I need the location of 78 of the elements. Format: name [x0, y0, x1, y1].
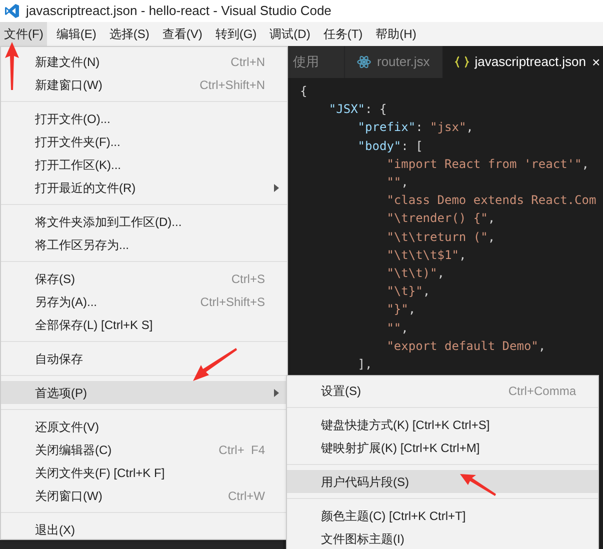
- shortcut-label: Ctrl+Shift+N: [200, 76, 265, 94]
- annotation-arrow: [193, 348, 237, 381]
- code-punctuation: {: [300, 84, 308, 98]
- shortcut-label: Ctrl+W: [228, 488, 265, 504]
- menu-item[interactable]: 将文件夹添加到工作区(D)...: [1, 210, 287, 233]
- shortcut-label: Ctrl+ F4: [218, 442, 265, 458]
- string-literal: "}": [386, 302, 408, 316]
- code-punctuation: ],: [358, 357, 372, 372]
- json-key: "body": [358, 138, 402, 153]
- code-punctuation: :: [416, 120, 424, 134]
- code-punctuation: ,: [538, 338, 546, 353]
- string-literal: "": [386, 320, 402, 335]
- string-literal: "export default Demo": [386, 338, 538, 353]
- window-title: javascriptreact.json - hello-react - Visual Studio Code: [26, 2, 332, 20]
- menu-item[interactable]: 键盘快捷方式(K) [Ctrl+K Ctrl+S]: [287, 413, 598, 436]
- string-literal: "\trender() {": [386, 211, 488, 226]
- code-punctuation: ,: [437, 266, 444, 280]
- braces-icon: [454, 56, 469, 68]
- menu-bar-item[interactable]: 查看(V): [158, 22, 206, 46]
- string-literal: "\t\treturn (": [386, 230, 488, 244]
- shortcut-label: Ctrl+Shift+S: [200, 294, 265, 310]
- menu-bar-item[interactable]: 选择(S): [105, 22, 154, 46]
- code-punctuation: : {: [365, 102, 387, 116]
- code-punctuation: ,: [408, 302, 416, 316]
- app-logo-icon: [4, 3, 20, 19]
- atom-icon: [357, 55, 371, 69]
- string-literal: "jsx": [430, 120, 466, 134]
- shortcut-label: Ctrl+N: [230, 54, 265, 70]
- menu-item[interactable]: 颜色主题(C) [Ctrl+K Ctrl+T]: [287, 504, 598, 527]
- menu-item[interactable]: 另存为(A)... Ctrl+Shift+S: [1, 290, 287, 313]
- code-punctuation: ,: [401, 175, 408, 190]
- menu-bar-item[interactable]: 帮助(H): [372, 22, 420, 46]
- code-punctuation: ,: [401, 320, 408, 335]
- menu-bar-item[interactable]: 编辑(E): [52, 22, 100, 46]
- menu-item[interactable]: 关闭窗口(W) Ctrl+W: [1, 484, 287, 507]
- string-literal: "": [386, 175, 402, 190]
- menu-item[interactable]: 打开工作区(K)...: [1, 153, 287, 176]
- editor-tab[interactable]: javascriptreact.json ×: [442, 46, 603, 78]
- annotation-arrow: [5, 42, 19, 90]
- code-punctuation: ,: [466, 120, 474, 134]
- menu-item[interactable]: 键映射扩展(K) [Ctrl+K Ctrl+M]: [287, 436, 598, 459]
- json-key: "prefix": [358, 120, 416, 134]
- string-literal: "\t}": [386, 284, 423, 298]
- shortcut-label: Ctrl+S: [231, 270, 265, 288]
- code-punctuation: ,: [582, 156, 589, 171]
- editor-tab[interactable]: router.jsx: [345, 46, 443, 78]
- string-literal: "class Demo extends React.Com: [386, 193, 596, 208]
- code-punctuation: : [: [401, 138, 423, 153]
- string-literal: "\t\t)": [386, 266, 438, 280]
- code-punctuation: ,: [458, 248, 466, 262]
- string-literal: "\t\t\t$1": [386, 248, 459, 262]
- menu-bar-item[interactable]: 转到(G): [211, 22, 261, 46]
- code-punctuation: ,: [488, 211, 496, 226]
- menu-item[interactable]: 保存(S) Ctrl+S: [1, 267, 287, 290]
- menu-item[interactable]: 首选项(P): [1, 381, 287, 404]
- menu-item[interactable]: 自动保存: [1, 347, 287, 370]
- shortcut-label: Ctrl+Comma: [508, 382, 576, 400]
- menu-item[interactable]: 退出(X): [1, 518, 287, 541]
- menu-bar-item[interactable]: 任务(T): [319, 22, 367, 46]
- menu-item[interactable]: 还原文件(V): [1, 415, 287, 438]
- menu-item[interactable]: 关闭文件夹(F) [Ctrl+K F]: [1, 461, 287, 484]
- menu-item[interactable]: 全部保存(L) [Ctrl+K S]: [1, 313, 287, 336]
- menu-bar-item[interactable]: 调试(D): [266, 22, 314, 46]
- code-punctuation: ,: [422, 284, 430, 298]
- menu-item[interactable]: 打开文件夹(F)...: [1, 130, 287, 153]
- annotation-arrow: [460, 474, 496, 496]
- menu-item[interactable]: 打开最近的文件(R): [1, 176, 287, 199]
- menu-item[interactable]: 文件图标主题(I): [287, 527, 598, 549]
- menu-item[interactable]: 打开文件(O)...: [1, 107, 287, 130]
- code-punctuation: ,: [488, 230, 496, 244]
- json-key: "JSX": [328, 102, 366, 116]
- menu-bar-item[interactable]: 文件(F): [0, 22, 48, 46]
- menu-item[interactable]: 将工作区另存为...: [1, 233, 287, 256]
- menu-item[interactable]: 设置(S) Ctrl+Comma: [287, 379, 598, 402]
- close-button[interactable]: ×: [592, 52, 600, 72]
- string-literal: "import React from 'react'": [386, 156, 582, 171]
- menu-item[interactable]: 关闭编辑器(C) Ctrl+ F4: [1, 438, 287, 461]
- menu-item[interactable]: 用户代码片段(S): [287, 470, 598, 493]
